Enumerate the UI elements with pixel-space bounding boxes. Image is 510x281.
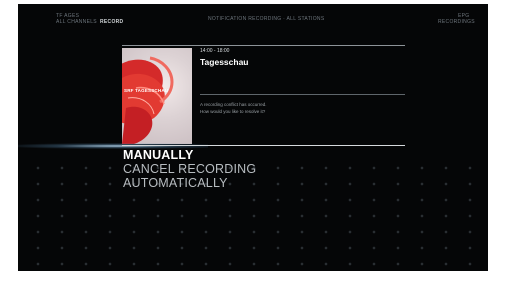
option-manually[interactable]: MANUALLY [123, 148, 194, 162]
option-cancel-recording[interactable]: CANCEL RECORDING [123, 162, 256, 176]
message-line-2: How would you like to resolve it? [200, 108, 266, 114]
poster-art-icon [122, 56, 174, 144]
programme-title: Tagesschau [200, 57, 249, 67]
programme-time: 14:00 - 18:00 [200, 48, 230, 54]
programme-poster: SRF TAGESSCHAU [122, 48, 192, 144]
top-divider [122, 45, 405, 46]
header-left-line2[interactable]: ALL CHANNELS [56, 19, 97, 25]
top-bar: TF AGES ALL CHANNELS RECORD NOTIFICATION… [18, 4, 488, 34]
header-right-line2[interactable]: RECORDINGS [438, 19, 475, 25]
nav-item-record[interactable]: RECORD [100, 19, 123, 25]
selection-divider [122, 145, 405, 146]
header-center-text: NOTIFICATION RECORDING · ALL STATIONS [208, 16, 325, 22]
option-automatically[interactable]: AUTOMATICALLY [123, 176, 228, 190]
tv-screen: TF AGES ALL CHANNELS RECORD NOTIFICATION… [18, 4, 488, 271]
info-divider [200, 94, 405, 95]
channel-logo-text: SRF TAGESSCHAU [124, 88, 169, 93]
conflict-message: A recording conflict has occurred. How w… [200, 102, 400, 115]
